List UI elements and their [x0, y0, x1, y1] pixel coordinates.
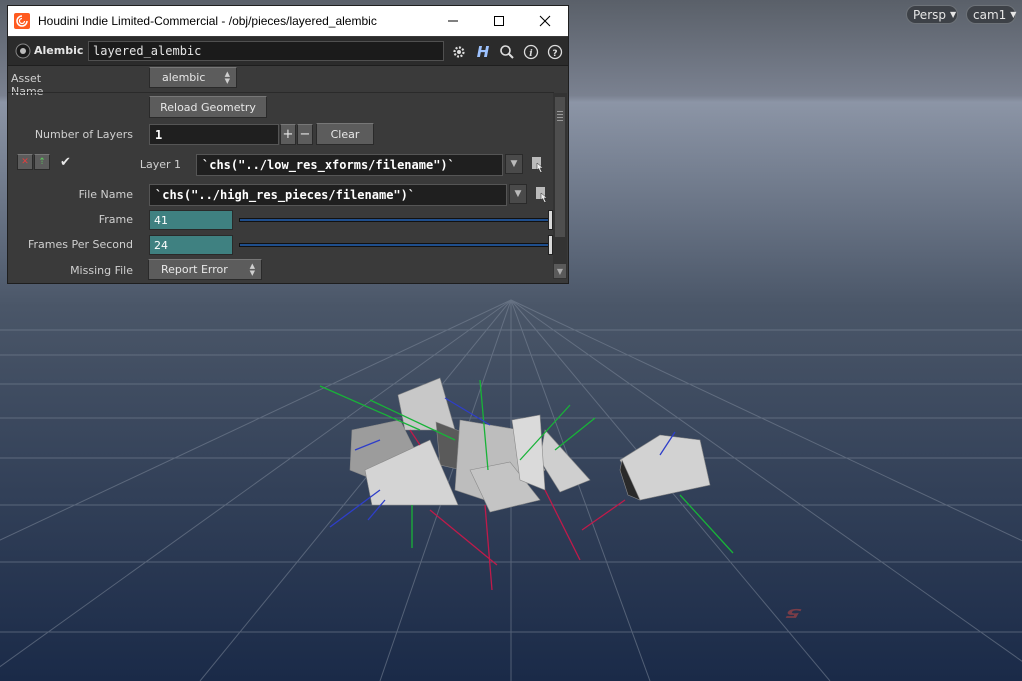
houdini-app-icon: [14, 13, 30, 29]
gear-button[interactable]: [450, 43, 468, 61]
camera-menu[interactable]: cam1 ▼: [966, 5, 1016, 24]
persp-label: Persp: [913, 7, 946, 22]
close-icon: [539, 15, 551, 27]
updown-arrows-icon: ▲ ▼: [224, 70, 230, 85]
window-titlebar[interactable]: Houdini Indie Limited-Commercial - /obj/…: [8, 6, 568, 36]
gear-icon: [453, 46, 465, 58]
node-name-field[interactable]: layered_alembic: [88, 41, 444, 61]
triangle-down-icon: ▼: [556, 266, 564, 276]
search-icon: [500, 45, 514, 59]
info-glyph: i: [529, 49, 533, 59]
minimize-button[interactable]: [430, 6, 476, 36]
close-button[interactable]: [522, 6, 568, 36]
reload-geometry-button[interactable]: Reload Geometry: [149, 96, 267, 118]
triangle-down-icon: ▼: [510, 159, 518, 169]
node-type-label: Alembic: [34, 44, 84, 57]
file-name-field[interactable]: `chs("../high_res_pieces/filename")`: [149, 184, 507, 206]
triangle-down-icon: ▼: [514, 189, 522, 199]
missing-file-value: Report Error: [161, 263, 228, 276]
file-name-label: File Name: [78, 188, 133, 201]
info-icon: i: [523, 44, 539, 60]
parameter-window: Houdini Indie Limited-Commercial - /obj/…: [7, 5, 569, 284]
clear-layers-button[interactable]: Clear: [316, 123, 374, 145]
camera-label: cam1: [973, 7, 1007, 22]
close-icon: ✕: [21, 157, 29, 167]
frame-label: Frame: [98, 213, 133, 226]
file-chooser-icon[interactable]: [531, 156, 545, 174]
layer1-label: Layer 1: [139, 158, 181, 171]
missing-file-menu[interactable]: Report Error ▲ ▼: [148, 259, 262, 280]
parameter-toolbar: Alembic layered_alembic H i ?: [8, 37, 568, 66]
help-glyph: ?: [552, 49, 557, 59]
help-button[interactable]: ?: [546, 43, 564, 61]
asset-name-label: Asset Name: [11, 72, 44, 98]
houdini-help-icon: H: [476, 43, 490, 61]
remove-layer-button[interactable]: −: [297, 124, 313, 145]
delete-layer-button[interactable]: ✕: [17, 154, 33, 170]
grip-icon: [557, 111, 563, 121]
scroll-down-button[interactable]: ▼: [554, 264, 566, 278]
layer-enable-checkbox[interactable]: ✔: [60, 155, 76, 171]
houdini-help-button[interactable]: H: [474, 43, 492, 61]
alembic-node-icon[interactable]: [14, 42, 32, 60]
layer1-field[interactable]: `chs("../low_res_xforms/filename")`: [196, 154, 503, 176]
frame-slider[interactable]: [239, 218, 549, 222]
updown-arrows-icon: ▲ ▼: [249, 262, 255, 277]
maximize-icon: [494, 16, 504, 26]
parameter-scrollbar[interactable]: ▼: [553, 93, 567, 279]
chevron-down-icon: ▼: [1010, 10, 1017, 19]
window-title: Houdini Indie Limited-Commercial - /obj/…: [38, 14, 377, 28]
checkmark-icon: ✔: [60, 155, 71, 170]
file-chooser-icon[interactable]: [535, 186, 549, 204]
divider: [8, 92, 554, 93]
asset-name-menu[interactable]: alembic ▲ ▼: [149, 67, 237, 88]
file-name-menu-button[interactable]: ▼: [509, 184, 527, 204]
num-layers-label: Number of Layers: [34, 128, 133, 141]
minimize-icon: [448, 20, 458, 22]
maximize-button[interactable]: [476, 6, 522, 36]
search-button[interactable]: [498, 43, 516, 61]
insert-layer-button[interactable]: ⇡: [34, 154, 50, 170]
num-layers-field[interactable]: 1: [149, 124, 279, 145]
scrollbar-thumb[interactable]: [555, 97, 565, 237]
frame-field[interactable]: 41: [149, 210, 233, 230]
info-button[interactable]: i: [522, 43, 540, 61]
insert-arrows-icon: ⇡: [38, 157, 46, 167]
help-icon: ?: [547, 44, 563, 60]
persp-view-menu[interactable]: Persp ▼: [906, 5, 958, 24]
add-layer-button[interactable]: +: [280, 124, 296, 145]
layer1-menu-button[interactable]: ▼: [505, 154, 523, 174]
asset-name-value: alembic: [162, 71, 206, 84]
missing-file-label: Missing File: [70, 264, 133, 277]
chevron-down-icon: ▼: [950, 10, 957, 19]
fps-slider[interactable]: [239, 243, 549, 247]
fps-field[interactable]: 24: [149, 235, 233, 255]
fps-label: Frames Per Second: [27, 238, 133, 251]
